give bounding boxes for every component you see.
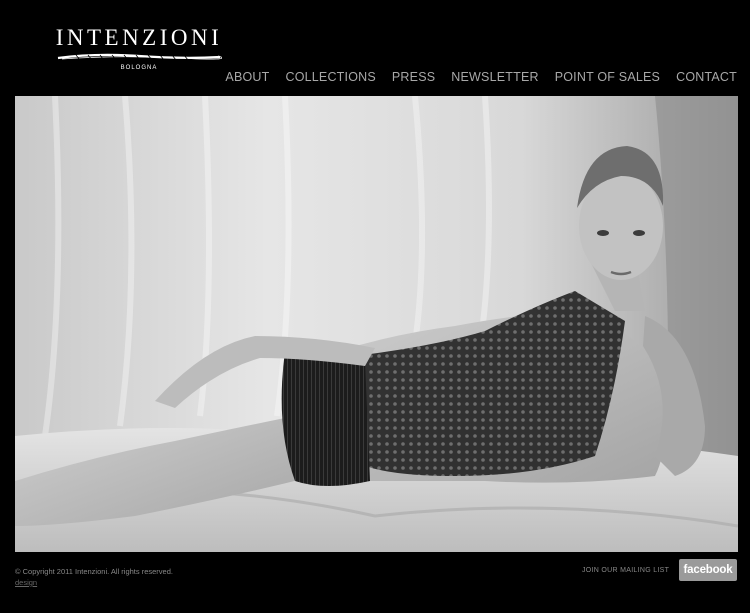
design-credit-link[interactable]: design [15, 578, 37, 588]
nav-press[interactable]: PRESS [392, 69, 435, 85]
copyright-text: © Copyright 2011 Intenzioni. All rights … [15, 567, 173, 576]
logo-swash-icon [57, 53, 222, 61]
nav-newsletter[interactable]: NEWSLETTER [451, 69, 538, 85]
brand-city: BOLOGNA [120, 65, 158, 71]
brand-name: INTENZIONI [55, 25, 223, 50]
nav-collections[interactable]: COLLECTIONS [285, 69, 375, 85]
facebook-button[interactable]: facebook [679, 559, 737, 581]
hero-photo [15, 96, 738, 552]
mailing-list-link[interactable]: JOIN OUR MAILING LIST [582, 566, 669, 576]
brand-logo[interactable]: INTENZIONI BOLOGNA [44, 24, 234, 74]
main-nav: ABOUT COLLECTIONS PRESS NEWSLETTER POINT… [225, 69, 737, 85]
nav-about[interactable]: ABOUT [225, 69, 269, 85]
hero-illustration [15, 96, 738, 552]
nav-contact[interactable]: CONTACT [676, 69, 737, 85]
nav-point-of-sales[interactable]: POINT OF SALES [555, 69, 660, 85]
